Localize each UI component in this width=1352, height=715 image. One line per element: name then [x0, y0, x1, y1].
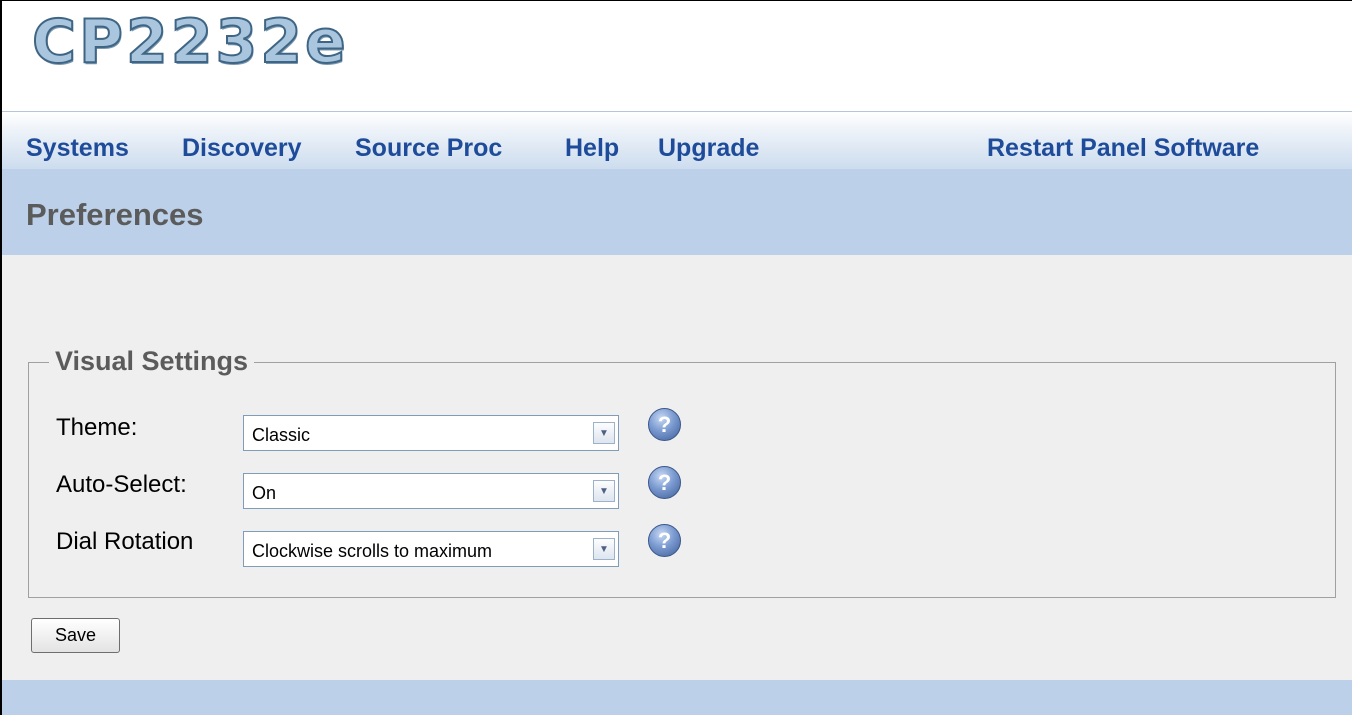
auto-select-value: On	[252, 483, 277, 503]
nav-source-proc[interactable]: Source Proc	[355, 134, 502, 163]
nav-discovery[interactable]: Discovery	[182, 134, 302, 163]
dial-rotation-select[interactable]: Clockwise scrolls to maximum ▼	[243, 531, 619, 567]
nav-upgrade[interactable]: Upgrade	[658, 134, 759, 163]
nav-help[interactable]: Help	[565, 134, 619, 163]
theme-select[interactable]: Classic ▼	[243, 415, 619, 451]
nav-bar: Systems Discovery Source Proc Help Upgra…	[2, 111, 1352, 170]
visual-settings-fieldset: Visual Settings Theme: Classic ▼ ? Auto-…	[28, 346, 1336, 598]
chevron-down-icon[interactable]: ▼	[593, 538, 615, 560]
nav-systems[interactable]: Systems	[26, 134, 129, 163]
footer-bar	[2, 680, 1352, 715]
theme-label: Theme:	[56, 414, 138, 441]
theme-help-icon[interactable]: ?	[648, 408, 681, 441]
save-button[interactable]: Save	[31, 618, 120, 653]
header: CP2232e	[2, 1, 1352, 111]
chevron-down-icon[interactable]: ▼	[593, 422, 615, 444]
page-title: Preferences	[26, 197, 204, 232]
theme-select-value: Classic	[252, 425, 311, 445]
nav-restart-panel-software[interactable]: Restart Panel Software	[987, 134, 1259, 163]
dial-rotation-label: Dial Rotation	[56, 528, 194, 555]
auto-select-select[interactable]: On ▼	[243, 473, 619, 509]
auto-select-label: Auto-Select:	[56, 471, 187, 498]
visual-settings-legend: Visual Settings	[49, 346, 255, 377]
app-logo: CP2232e	[31, 6, 349, 78]
content-area: Visual Settings Theme: Classic ▼ ? Auto-…	[2, 255, 1352, 680]
dial-rotation-value: Clockwise scrolls to maximum	[252, 541, 493, 561]
title-bar: Preferences	[2, 169, 1352, 255]
dial-rotation-help-icon[interactable]: ?	[648, 524, 681, 557]
chevron-down-icon[interactable]: ▼	[593, 480, 615, 502]
auto-select-help-icon[interactable]: ?	[648, 466, 681, 499]
